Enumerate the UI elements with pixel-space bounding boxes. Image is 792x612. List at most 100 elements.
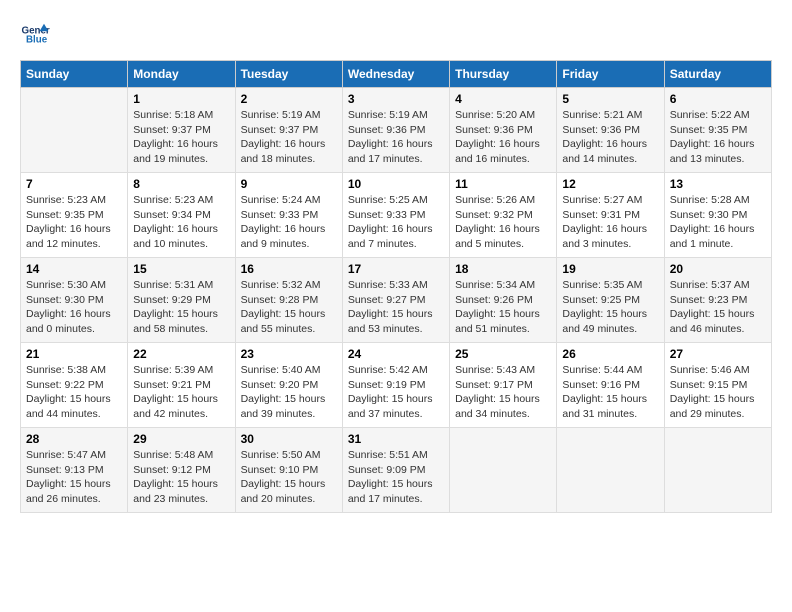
calendar-cell: 10 Sunrise: 5:25 AM Sunset: 9:33 PM Dayli… bbox=[342, 173, 449, 258]
day-info: Sunrise: 5:51 AM Sunset: 9:09 PM Dayligh… bbox=[348, 448, 444, 507]
svg-text:Blue: Blue bbox=[26, 35, 48, 46]
calendar-cell: 21 Sunrise: 5:38 AM Sunset: 9:22 PM Dayli… bbox=[21, 343, 128, 428]
page-header: General Blue bbox=[20, 20, 772, 50]
day-number: 8 bbox=[133, 177, 229, 191]
calendar-cell: 1 Sunrise: 5:18 AM Sunset: 9:37 PM Daylig… bbox=[128, 88, 235, 173]
calendar-cell: 17 Sunrise: 5:33 AM Sunset: 9:27 PM Dayli… bbox=[342, 258, 449, 343]
day-number: 18 bbox=[455, 262, 551, 276]
day-number: 10 bbox=[348, 177, 444, 191]
day-number: 6 bbox=[670, 92, 766, 106]
day-info: Sunrise: 5:18 AM Sunset: 9:37 PM Dayligh… bbox=[133, 108, 229, 167]
day-info: Sunrise: 5:43 AM Sunset: 9:17 PM Dayligh… bbox=[455, 363, 551, 422]
calendar-cell: 12 Sunrise: 5:27 AM Sunset: 9:31 PM Dayli… bbox=[557, 173, 664, 258]
day-info: Sunrise: 5:31 AM Sunset: 9:29 PM Dayligh… bbox=[133, 278, 229, 337]
day-number: 31 bbox=[348, 432, 444, 446]
day-info: Sunrise: 5:34 AM Sunset: 9:26 PM Dayligh… bbox=[455, 278, 551, 337]
calendar-cell: 2 Sunrise: 5:19 AM Sunset: 9:37 PM Daylig… bbox=[235, 88, 342, 173]
header-row: SundayMondayTuesdayWednesdayThursdayFrid… bbox=[21, 61, 772, 88]
week-row-1: 1 Sunrise: 5:18 AM Sunset: 9:37 PM Daylig… bbox=[21, 88, 772, 173]
day-info: Sunrise: 5:39 AM Sunset: 9:21 PM Dayligh… bbox=[133, 363, 229, 422]
header-monday: Monday bbox=[128, 61, 235, 88]
day-number: 29 bbox=[133, 432, 229, 446]
week-row-2: 7 Sunrise: 5:23 AM Sunset: 9:35 PM Daylig… bbox=[21, 173, 772, 258]
day-number: 4 bbox=[455, 92, 551, 106]
day-info: Sunrise: 5:47 AM Sunset: 9:13 PM Dayligh… bbox=[26, 448, 122, 507]
calendar-cell: 28Sunrise: 5:47 AM Sunset: 9:13 PM Dayli… bbox=[21, 428, 128, 513]
calendar-cell: 14Sunrise: 5:30 AM Sunset: 9:30 PM Dayli… bbox=[21, 258, 128, 343]
calendar-cell: 20 Sunrise: 5:37 AM Sunset: 9:23 PM Dayli… bbox=[664, 258, 771, 343]
day-info: Sunrise: 5:40 AM Sunset: 9:20 PM Dayligh… bbox=[241, 363, 337, 422]
day-number: 15 bbox=[133, 262, 229, 276]
day-info: Sunrise: 5:32 AM Sunset: 9:28 PM Dayligh… bbox=[241, 278, 337, 337]
day-info: Sunrise: 5:44 AM Sunset: 9:16 PM Dayligh… bbox=[562, 363, 658, 422]
day-info: Sunrise: 5:28 AM Sunset: 9:30 PM Dayligh… bbox=[670, 193, 766, 252]
day-number: 21 bbox=[26, 347, 122, 361]
day-info: Sunrise: 5:26 AM Sunset: 9:32 PM Dayligh… bbox=[455, 193, 551, 252]
day-number: 1 bbox=[133, 92, 229, 106]
day-number: 24 bbox=[348, 347, 444, 361]
calendar-cell: 11Sunrise: 5:26 AM Sunset: 9:32 PM Dayli… bbox=[450, 173, 557, 258]
calendar-cell bbox=[664, 428, 771, 513]
day-number: 13 bbox=[670, 177, 766, 191]
calendar-cell: 15 Sunrise: 5:31 AM Sunset: 9:29 PM Dayli… bbox=[128, 258, 235, 343]
day-info: Sunrise: 5:48 AM Sunset: 9:12 PM Dayligh… bbox=[133, 448, 229, 507]
day-info: Sunrise: 5:19 AM Sunset: 9:37 PM Dayligh… bbox=[241, 108, 337, 167]
calendar-cell bbox=[557, 428, 664, 513]
calendar-cell: 22Sunrise: 5:39 AM Sunset: 9:21 PM Dayli… bbox=[128, 343, 235, 428]
day-number: 9 bbox=[241, 177, 337, 191]
calendar-cell: 23Sunrise: 5:40 AM Sunset: 9:20 PM Dayli… bbox=[235, 343, 342, 428]
calendar-cell: 5 Sunrise: 5:21 AM Sunset: 9:36 PM Daylig… bbox=[557, 88, 664, 173]
day-info: Sunrise: 5:42 AM Sunset: 9:19 PM Dayligh… bbox=[348, 363, 444, 422]
day-number: 17 bbox=[348, 262, 444, 276]
calendar-cell bbox=[21, 88, 128, 173]
calendar-cell: 26 Sunrise: 5:44 AM Sunset: 9:16 PM Dayli… bbox=[557, 343, 664, 428]
day-number: 3 bbox=[348, 92, 444, 106]
calendar-cell: 6 Sunrise: 5:22 AM Sunset: 9:35 PM Daylig… bbox=[664, 88, 771, 173]
day-info: Sunrise: 5:21 AM Sunset: 9:36 PM Dayligh… bbox=[562, 108, 658, 167]
week-row-3: 14Sunrise: 5:30 AM Sunset: 9:30 PM Dayli… bbox=[21, 258, 772, 343]
header-sunday: Sunday bbox=[21, 61, 128, 88]
day-number: 20 bbox=[670, 262, 766, 276]
day-number: 30 bbox=[241, 432, 337, 446]
day-info: Sunrise: 5:33 AM Sunset: 9:27 PM Dayligh… bbox=[348, 278, 444, 337]
calendar-cell: 18 Sunrise: 5:34 AM Sunset: 9:26 PM Dayli… bbox=[450, 258, 557, 343]
header-friday: Friday bbox=[557, 61, 664, 88]
calendar-cell: 27Sunrise: 5:46 AM Sunset: 9:15 PM Dayli… bbox=[664, 343, 771, 428]
week-row-5: 28Sunrise: 5:47 AM Sunset: 9:13 PM Dayli… bbox=[21, 428, 772, 513]
calendar-cell: 24 Sunrise: 5:42 AM Sunset: 9:19 PM Dayli… bbox=[342, 343, 449, 428]
calendar-cell: 8 Sunrise: 5:23 AM Sunset: 9:34 PM Daylig… bbox=[128, 173, 235, 258]
day-info: Sunrise: 5:35 AM Sunset: 9:25 PM Dayligh… bbox=[562, 278, 658, 337]
calendar-table: SundayMondayTuesdayWednesdayThursdayFrid… bbox=[20, 60, 772, 513]
header-saturday: Saturday bbox=[664, 61, 771, 88]
day-info: Sunrise: 5:38 AM Sunset: 9:22 PM Dayligh… bbox=[26, 363, 122, 422]
calendar-cell bbox=[450, 428, 557, 513]
calendar-cell: 13 Sunrise: 5:28 AM Sunset: 9:30 PM Dayli… bbox=[664, 173, 771, 258]
day-info: Sunrise: 5:37 AM Sunset: 9:23 PM Dayligh… bbox=[670, 278, 766, 337]
calendar-cell: 16 Sunrise: 5:32 AM Sunset: 9:28 PM Dayli… bbox=[235, 258, 342, 343]
logo-icon: General Blue bbox=[20, 20, 50, 50]
week-row-4: 21 Sunrise: 5:38 AM Sunset: 9:22 PM Dayli… bbox=[21, 343, 772, 428]
day-number: 19 bbox=[562, 262, 658, 276]
calendar-cell: 9 Sunrise: 5:24 AM Sunset: 9:33 PM Daylig… bbox=[235, 173, 342, 258]
day-info: Sunrise: 5:23 AM Sunset: 9:34 PM Dayligh… bbox=[133, 193, 229, 252]
day-info: Sunrise: 5:23 AM Sunset: 9:35 PM Dayligh… bbox=[26, 193, 122, 252]
day-info: Sunrise: 5:19 AM Sunset: 9:36 PM Dayligh… bbox=[348, 108, 444, 167]
calendar-cell: 3 Sunrise: 5:19 AM Sunset: 9:36 PM Daylig… bbox=[342, 88, 449, 173]
day-info: Sunrise: 5:24 AM Sunset: 9:33 PM Dayligh… bbox=[241, 193, 337, 252]
header-thursday: Thursday bbox=[450, 61, 557, 88]
day-number: 25 bbox=[455, 347, 551, 361]
day-info: Sunrise: 5:22 AM Sunset: 9:35 PM Dayligh… bbox=[670, 108, 766, 167]
day-number: 16 bbox=[241, 262, 337, 276]
day-number: 12 bbox=[562, 177, 658, 191]
logo: General Blue bbox=[20, 20, 50, 50]
day-number: 5 bbox=[562, 92, 658, 106]
day-number: 2 bbox=[241, 92, 337, 106]
calendar-cell: 31 Sunrise: 5:51 AM Sunset: 9:09 PM Dayli… bbox=[342, 428, 449, 513]
day-number: 26 bbox=[562, 347, 658, 361]
day-number: 7 bbox=[26, 177, 122, 191]
day-info: Sunrise: 5:27 AM Sunset: 9:31 PM Dayligh… bbox=[562, 193, 658, 252]
day-number: 27 bbox=[670, 347, 766, 361]
calendar-cell: 19 Sunrise: 5:35 AM Sunset: 9:25 PM Dayli… bbox=[557, 258, 664, 343]
day-info: Sunrise: 5:25 AM Sunset: 9:33 PM Dayligh… bbox=[348, 193, 444, 252]
calendar-cell: 29 Sunrise: 5:48 AM Sunset: 9:12 PM Dayli… bbox=[128, 428, 235, 513]
